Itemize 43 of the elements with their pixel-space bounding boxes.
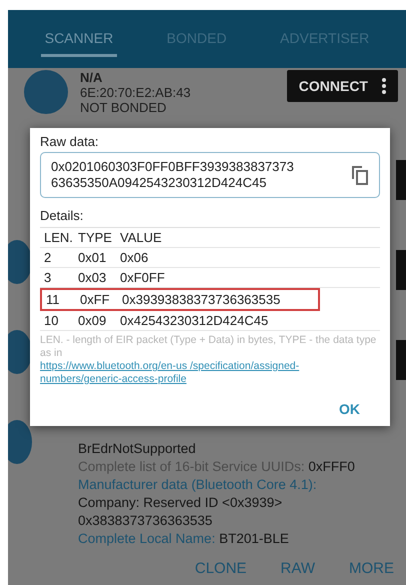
device-avatar — [24, 70, 68, 114]
table-cell-text: 11 — [46, 292, 60, 307]
bond-state: NOT BONDED — [80, 100, 168, 115]
action-button[interactable]: CLONE — [194, 560, 247, 577]
connect-button[interactable] — [396, 160, 406, 200]
specification-link[interactable]: https://www.bluetooth.org/en-us /specification/assigned-numbers/generic-access-profile — [40, 360, 380, 386]
table-cell-text: 0x42543230312D424C45 — [120, 313, 270, 328]
device-avatar — [8, 240, 32, 284]
table-cell-text: 2 — [44, 250, 52, 265]
column-header: VALUE — [120, 230, 163, 245]
detail-line: Company: Reserved ID <0x3939> — [78, 494, 284, 512]
action-button[interactable]: MORE — [349, 560, 394, 577]
table-cell-text: 3 — [44, 270, 52, 285]
connect-button[interactable]: CONNECT — [286, 70, 398, 102]
raw-data-field[interactable]: 0x0201060303F0FF0BFF3939383837373 63635350A0942543230312D424C45 — [40, 152, 380, 198]
detail-line: 0x3838373736363535 — [78, 512, 214, 530]
legend-text: LEN. - length of EIR packet (Type + Data) in bytes, TYPE - the data type as in https://www.bluetooth.org/en-us /specification/assigned-numbers/generic-access-profile — [40, 334, 380, 386]
device-avatar — [8, 420, 32, 464]
device-name: N/A — [80, 70, 104, 85]
action-button[interactable]: RAW — [280, 560, 315, 577]
table-cell-text: 0xF0FF — [120, 270, 166, 285]
column-header: LEN. — [44, 230, 74, 245]
connect-button[interactable] — [396, 250, 406, 290]
details-label: Details: — [40, 208, 84, 223]
table-cell-text: 10 — [44, 313, 60, 328]
device-address: 6E:20:70:E2:AB:43 — [80, 85, 192, 100]
table-cell-text: 0x01 — [78, 250, 108, 265]
table-cell-text: 0xFF — [80, 292, 111, 307]
connect-button[interactable] — [396, 340, 406, 380]
tab[interactable]: SCANNER — [40, 22, 118, 56]
detail-line: Complete Local Name: BT201-BLE — [78, 530, 290, 548]
table-cell-text: 0x39393838373736363535 — [122, 292, 282, 307]
detail-line: BrEdrNotSupported — [78, 440, 197, 458]
column-header: TYPE — [78, 230, 113, 245]
ok-button[interactable]: OK — [333, 400, 366, 418]
table-cell-text: 0x06 — [120, 250, 150, 265]
detail-heading: Manufacturer data (Bluetooth Core 4.1): — [78, 476, 318, 494]
table-cell-text: 0x09 — [78, 313, 108, 328]
copy-icon[interactable] — [351, 165, 369, 185]
device-avatar — [8, 330, 32, 374]
more-icon[interactable] — [382, 78, 386, 94]
table-cell-text: 0x03 — [78, 270, 108, 285]
raw-data-label: Raw data: — [40, 134, 100, 149]
